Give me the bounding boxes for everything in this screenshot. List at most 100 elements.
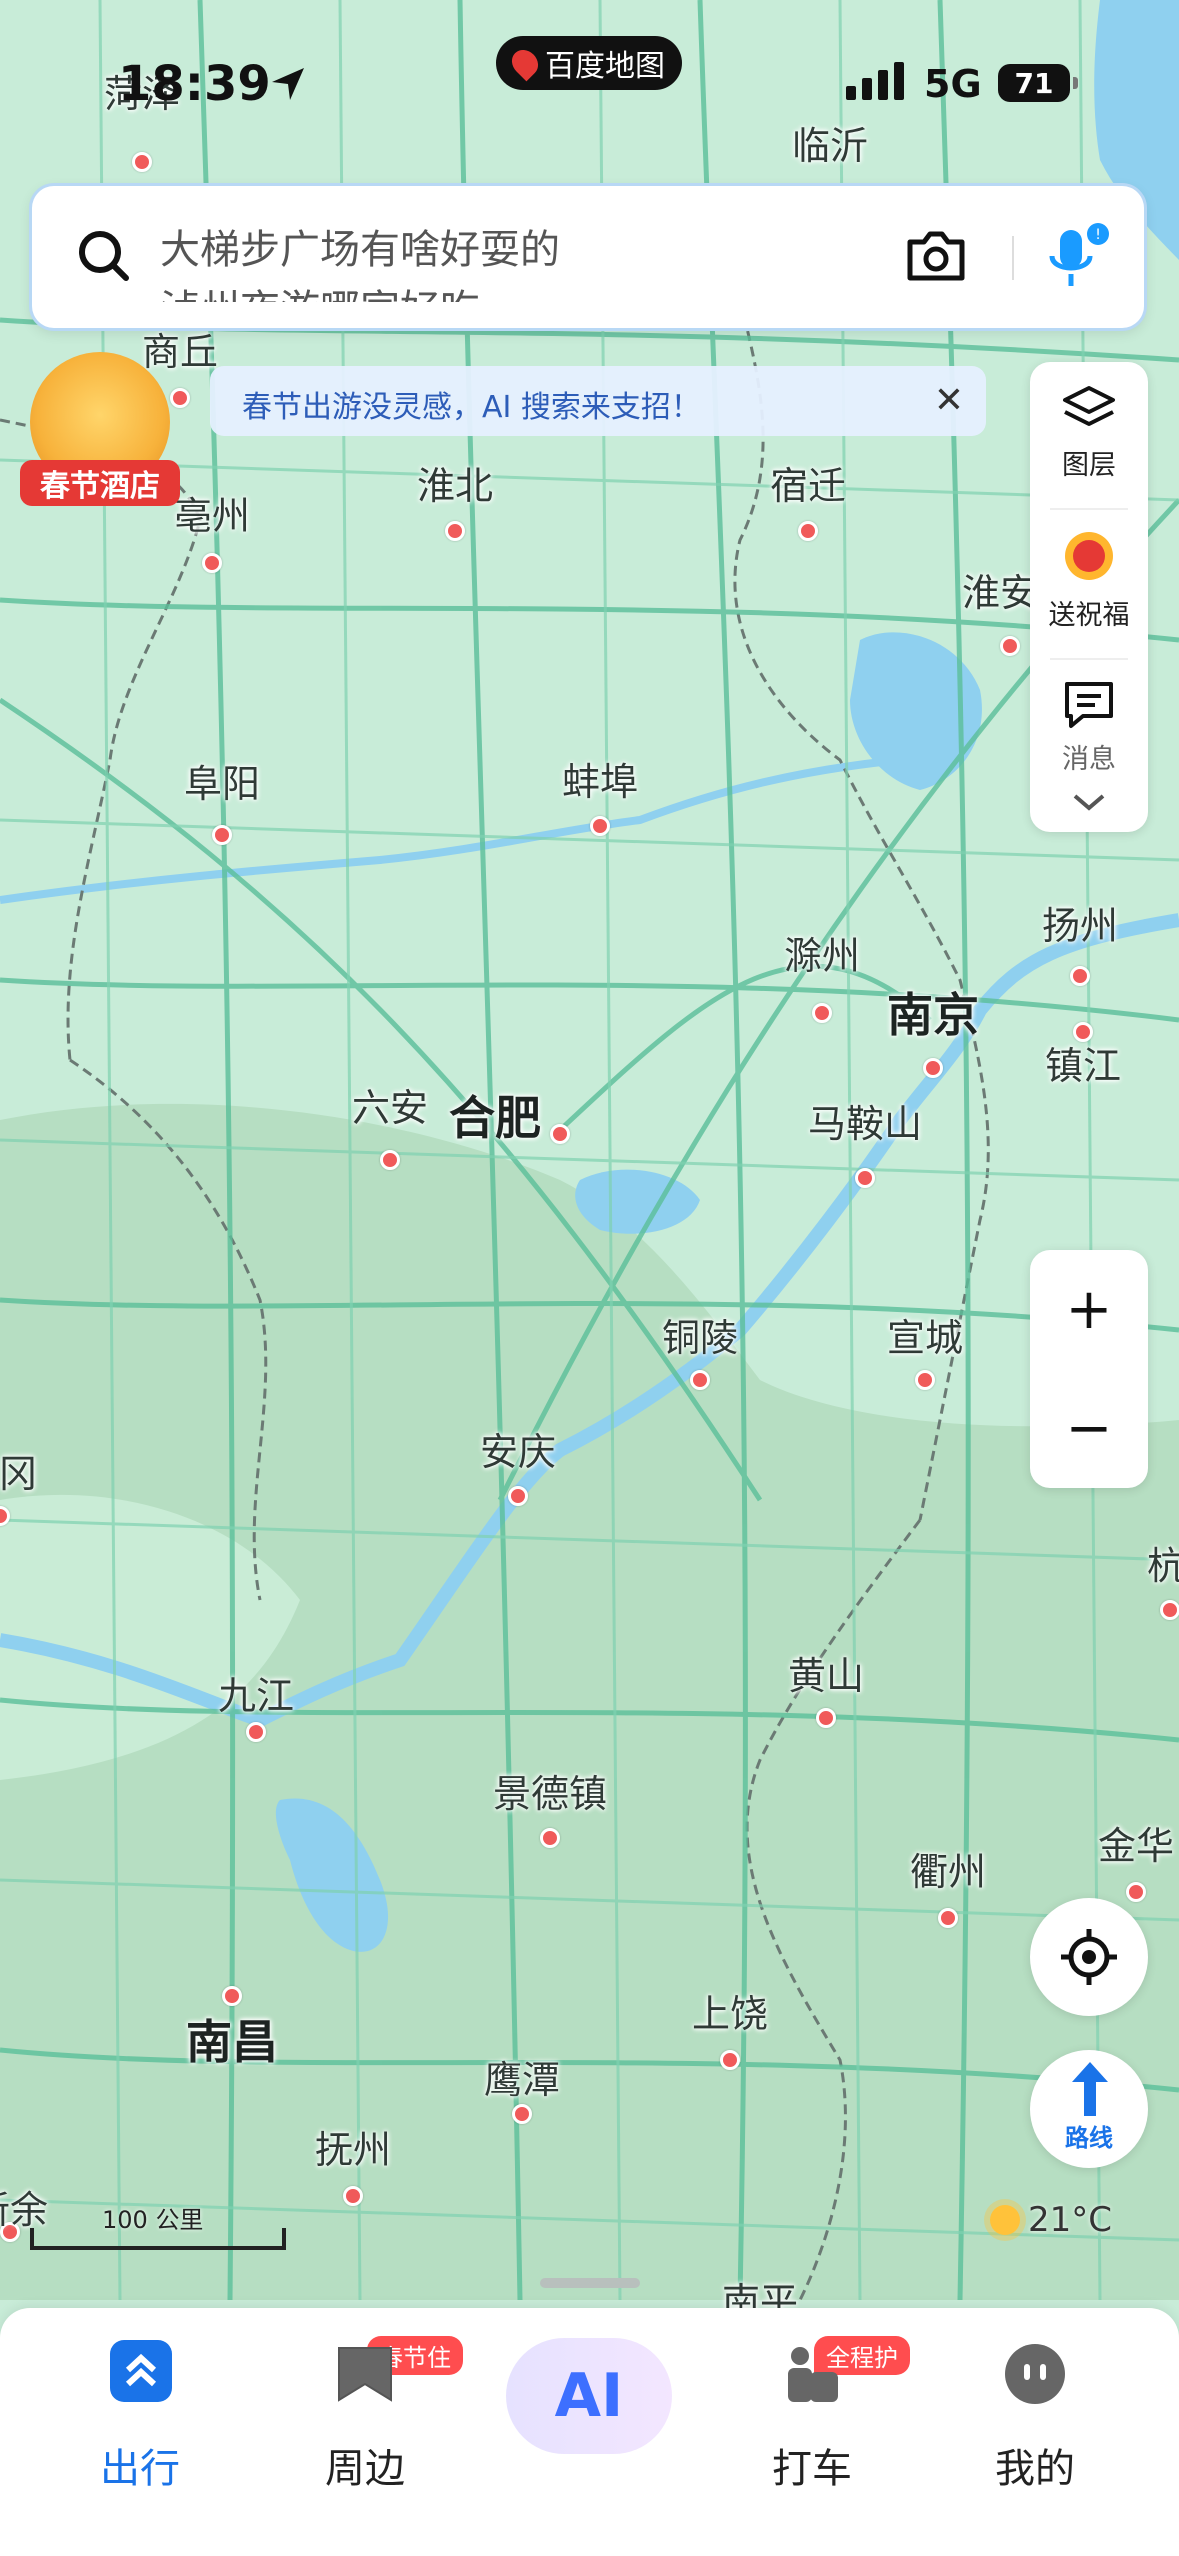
city-label[interactable]: 黄山	[788, 1645, 864, 1700]
drag-handle[interactable]	[540, 2278, 640, 2288]
weather-widget[interactable]: 21°C	[990, 2200, 1112, 2240]
city-marker[interactable]	[222, 1986, 242, 2006]
city-marker[interactable]	[1000, 636, 1020, 656]
city-label[interactable]: 杭	[1147, 1535, 1179, 1590]
city-label[interactable]: 铜陵	[662, 1307, 738, 1362]
city-label[interactable]: 淮北	[417, 455, 493, 510]
city-label[interactable]: 镇江	[1045, 1035, 1121, 1090]
city-label[interactable]: 阜阳	[184, 753, 260, 808]
city-marker[interactable]	[380, 1150, 400, 1170]
zoom-out-button[interactable]: −	[1030, 1369, 1148, 1488]
tab-profile-label: 我的	[995, 2446, 1075, 2492]
ai-assistant-button[interactable]: AI	[506, 2338, 672, 2454]
city-label[interactable]: 鹰潭	[484, 2049, 560, 2104]
city-marker[interactable]	[923, 1058, 943, 1078]
city-label[interactable]: 南京	[887, 979, 979, 1045]
search-divider	[1012, 236, 1014, 280]
city-label[interactable]: 亳州	[174, 485, 250, 540]
city-marker[interactable]	[816, 1708, 836, 1728]
city-label[interactable]: 上饶	[692, 1983, 768, 2038]
blessing-button[interactable]: 送祝福	[1030, 526, 1148, 632]
app-indicator[interactable]: 百度地图	[496, 36, 682, 90]
city-marker[interactable]	[508, 1486, 528, 1506]
city-marker[interactable]	[246, 1722, 266, 1742]
city-label[interactable]: 九江	[218, 1665, 294, 1720]
notice-text: 春节出游没灵感，AI 搜索来支招！	[242, 390, 701, 425]
city-label[interactable]: 景德镇	[493, 1763, 607, 1818]
city-marker[interactable]	[1070, 966, 1090, 986]
city-marker[interactable]	[798, 521, 818, 541]
city-marker[interactable]	[690, 1370, 710, 1390]
city-marker[interactable]	[550, 1124, 570, 1144]
city-label[interactable]: 蚌埠	[562, 751, 638, 806]
travel-icon	[110, 2340, 172, 2402]
route-arrow-icon	[1072, 2062, 1108, 2116]
search-input[interactable]: 大梯步广场有啥好耍的 泸州夜游哪家好吃	[160, 220, 720, 302]
city-marker[interactable]	[590, 816, 610, 836]
city-marker[interactable]	[212, 825, 232, 845]
panel-divider	[1050, 508, 1128, 510]
city-marker[interactable]	[202, 553, 222, 573]
nearby-icon	[338, 2347, 392, 2402]
city-label[interactable]: 冈	[0, 1443, 37, 1498]
network-type: 5G	[924, 62, 982, 106]
camera-icon[interactable]	[904, 226, 968, 286]
city-label[interactable]: 淮安	[962, 562, 1038, 617]
city-marker[interactable]	[540, 1828, 560, 1848]
message-icon	[1065, 682, 1113, 728]
city-marker[interactable]	[938, 1908, 958, 1928]
battery-level: 71	[1014, 66, 1054, 100]
route-button[interactable]: 路线	[1030, 2050, 1148, 2168]
battery-icon: 71	[998, 64, 1078, 102]
taxi-icon	[788, 2347, 838, 2402]
city-marker[interactable]	[855, 1168, 875, 1188]
status-bar: 18:39 百度地图 5G 71	[0, 0, 1179, 170]
search-bar[interactable]: 大梯步广场有啥好耍的 泸州夜游哪家好吃 !	[32, 186, 1144, 328]
city-marker[interactable]	[812, 1003, 832, 1023]
city-label[interactable]: 合肥	[449, 1082, 541, 1148]
city-label[interactable]: 南昌	[186, 2006, 278, 2072]
chevron-down-icon[interactable]	[1071, 790, 1107, 814]
ai-notice-banner[interactable]: 春节出游没灵感，AI 搜索来支招！ ✕	[210, 366, 986, 436]
city-label[interactable]: 抚州	[315, 2119, 391, 2174]
spring-festival-hotel-promo[interactable]: 春节酒店	[20, 352, 180, 508]
city-label[interactable]: 宿迁	[770, 455, 846, 510]
close-icon[interactable]: ✕	[934, 380, 964, 421]
microphone-icon[interactable]: !	[1042, 220, 1114, 296]
city-label[interactable]: 衢州	[910, 1841, 986, 1896]
zoom-in-button[interactable]: +	[1030, 1250, 1148, 1369]
search-placeholder-line2: 泸州夜游哪家好吃	[160, 280, 720, 302]
status-time: 18:39	[118, 56, 271, 112]
city-label[interactable]: 六安	[352, 1077, 428, 1132]
route-label: 路线	[1065, 2124, 1113, 2152]
search-placeholder-line1: 大梯步广场有啥好耍的	[160, 227, 560, 273]
locate-button[interactable]	[1030, 1898, 1148, 2016]
city-label[interactable]: 金华	[1098, 1815, 1174, 1870]
panel-divider	[1050, 658, 1128, 660]
city-label[interactable]: 安庆	[480, 1421, 556, 1476]
messages-button[interactable]: 消息	[1030, 678, 1148, 776]
city-marker[interactable]	[720, 2050, 740, 2070]
city-marker[interactable]	[512, 2104, 532, 2124]
messages-label: 消息	[1062, 744, 1116, 775]
city-marker[interactable]	[343, 2186, 363, 2206]
tab-travel-label: 出行	[100, 2446, 180, 2492]
city-marker[interactable]	[1126, 1882, 1146, 1902]
location-arrow-icon	[272, 68, 304, 100]
blessing-label: 送祝福	[1048, 600, 1130, 631]
layers-button[interactable]: 图层	[1030, 384, 1148, 482]
city-label[interactable]: 宣城	[887, 1307, 963, 1362]
city-marker[interactable]	[445, 521, 465, 541]
city-marker[interactable]	[1160, 1600, 1179, 1620]
search-icon	[79, 231, 129, 281]
crosshair-icon	[1061, 1929, 1117, 1985]
tab-taxi-label: 打车	[772, 2446, 852, 2492]
signal-icon	[846, 62, 904, 100]
app-name: 百度地图	[545, 49, 665, 84]
blessing-icon	[1065, 532, 1113, 580]
city-label[interactable]: 滁州	[784, 925, 860, 980]
city-label[interactable]: 扬州	[1042, 895, 1118, 950]
city-label[interactable]: 马鞍山	[808, 1093, 922, 1148]
city-label[interactable]: 新余	[0, 2179, 48, 2234]
city-marker[interactable]	[915, 1370, 935, 1390]
